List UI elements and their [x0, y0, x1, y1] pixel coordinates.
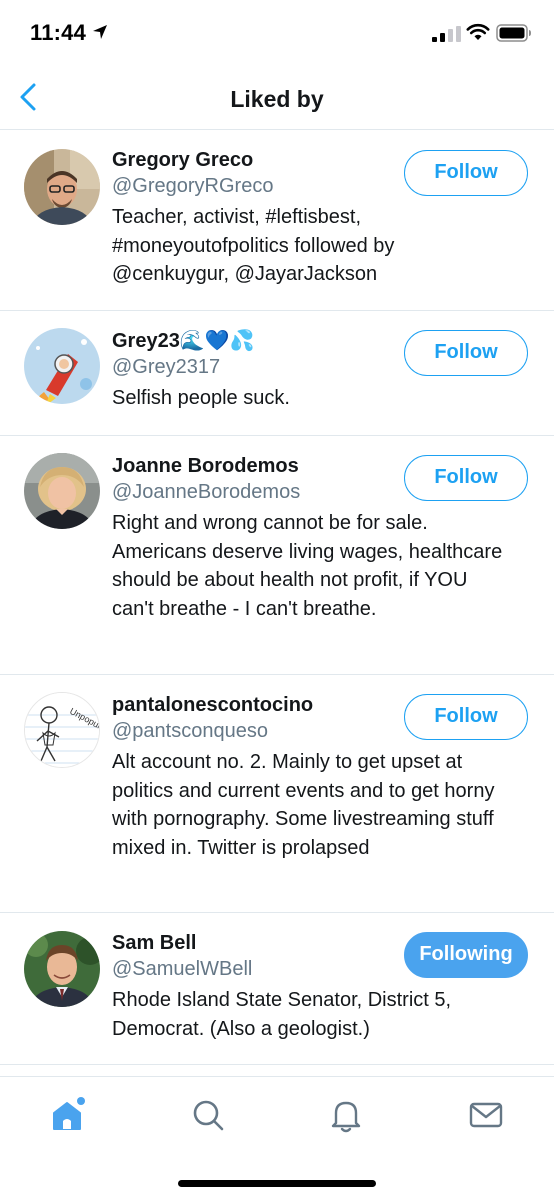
tab-messages[interactable] — [466, 1095, 506, 1135]
tab-search[interactable] — [188, 1095, 228, 1135]
avatar[interactable] — [24, 931, 100, 1007]
tab-notifications[interactable] — [326, 1095, 366, 1135]
list-item[interactable]: Gregory Greco @GregoryRGreco Teacher, ac… — [0, 131, 554, 311]
avatar-photo-icon — [24, 149, 100, 225]
user-bio: Teacher, activist, #leftisbest, #moneyou… — [112, 206, 395, 286]
user-bio: Alt account no. 2. Mainly to get upset a… — [112, 751, 495, 860]
location-arrow-icon — [93, 25, 107, 39]
battery-icon — [496, 24, 531, 42]
status-time: 11:44 — [30, 20, 87, 45]
list-item[interactable]: Sam Bell @SamuelWBell Rhode Island State… — [0, 913, 554, 1065]
list-item[interactable]: Joanne Borodemos @JoanneBorodemos Right … — [0, 436, 554, 675]
search-icon — [193, 1100, 224, 1131]
wifi-icon — [466, 23, 490, 40]
user-bio: Rhode Island State Senator, District 5, … — [112, 989, 452, 1040]
page-title: Liked by — [230, 86, 324, 112]
follow-button[interactable]: Follow — [404, 330, 528, 376]
nav-bar: Liked by — [0, 66, 554, 130]
home-indicator[interactable] — [178, 1180, 376, 1187]
avatar[interactable] — [24, 328, 100, 404]
list-item[interactable]: Unpopular. pantalonescontocino @pantscon… — [0, 675, 554, 913]
home-icon — [53, 1097, 85, 1130]
avatar-photo-icon — [24, 328, 100, 404]
avatar-photo-icon — [24, 453, 100, 529]
follow-button[interactable]: Follow — [404, 150, 528, 196]
status-bar: 11:44 — [0, 0, 554, 66]
avatar[interactable] — [24, 453, 100, 529]
tab-home[interactable] — [48, 1095, 88, 1135]
user-list: Gregory Greco @GregoryRGreco Teacher, ac… — [0, 131, 554, 1065]
avatar-drawing-icon: Unpopular. — [25, 693, 99, 767]
user-bio: Selfish people suck. — [112, 387, 290, 409]
follow-button[interactable]: Follow — [404, 455, 528, 501]
list-item[interactable]: Grey23🌊💙💦 @Grey2317 Selfish people suck.… — [0, 311, 554, 436]
bell-icon — [331, 1101, 361, 1133]
mail-icon — [469, 1102, 503, 1128]
user-bio: Right and wrong cannot be for sale. Amer… — [112, 512, 503, 621]
avatar[interactable] — [24, 149, 100, 225]
avatar-photo-icon — [24, 931, 100, 1007]
cellular-signal-icon — [432, 26, 461, 42]
following-button[interactable]: Following — [404, 932, 528, 978]
avatar[interactable]: Unpopular. — [24, 692, 100, 768]
follow-button[interactable]: Follow — [404, 694, 528, 740]
